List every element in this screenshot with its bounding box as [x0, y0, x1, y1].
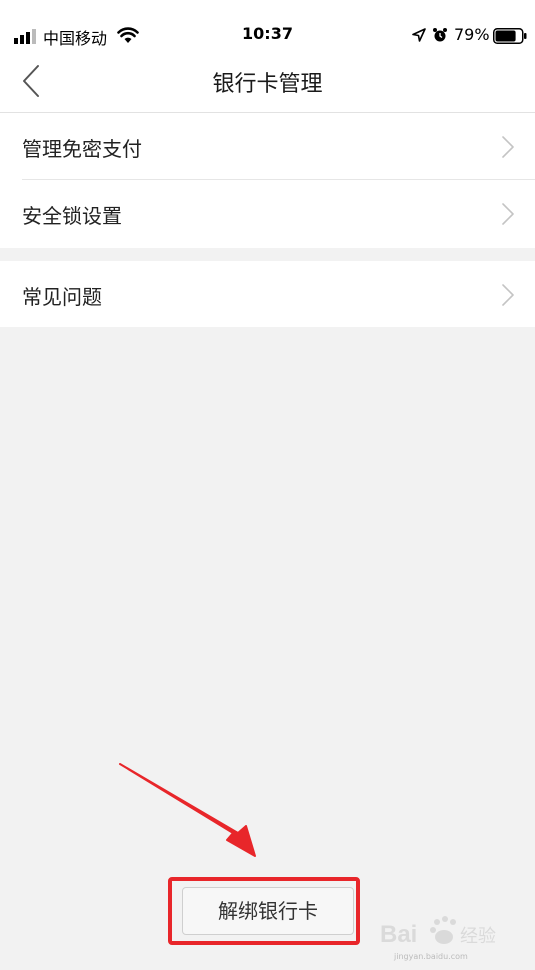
settings-group-help: 常见问题: [4, 261, 535, 327]
chevron-right-icon: [502, 284, 514, 306]
unbind-card-button[interactable]: 解绑银行卡: [182, 887, 354, 935]
list-item-label: 常见问题: [22, 285, 102, 309]
watermark-suffix: 经验: [460, 926, 496, 947]
watermark-brand: Bai: [380, 921, 417, 948]
alarm-icon: [433, 28, 447, 42]
highlight-box: 解绑银行卡: [168, 877, 360, 945]
baidu-watermark-logo: Bai 经验: [380, 916, 496, 948]
list-item-label: 管理免密支付: [22, 137, 142, 161]
chevron-right-icon: [502, 203, 514, 225]
list-item-label: 安全锁设置: [22, 204, 122, 228]
battery-percent: 79%: [454, 25, 490, 44]
annotation-arrow: [119, 763, 256, 857]
list-item-security-lock[interactable]: 安全锁设置: [4, 180, 535, 247]
settings-group-primary: 管理免密支付 安全锁设置: [4, 113, 535, 248]
location-icon: [412, 28, 426, 42]
watermark-url: jingyan.baidu.com: [394, 952, 468, 961]
chevron-right-icon: [502, 136, 514, 158]
list-item-password-free-payment[interactable]: 管理免密支付: [4, 113, 535, 180]
page-title: 银行卡管理: [212, 72, 323, 97]
nav-bar: 银行卡管理: [0, 50, 535, 113]
list-item-faq[interactable]: 常见问题: [4, 261, 535, 328]
battery-icon: [493, 28, 527, 44]
section-separator: [0, 248, 535, 261]
